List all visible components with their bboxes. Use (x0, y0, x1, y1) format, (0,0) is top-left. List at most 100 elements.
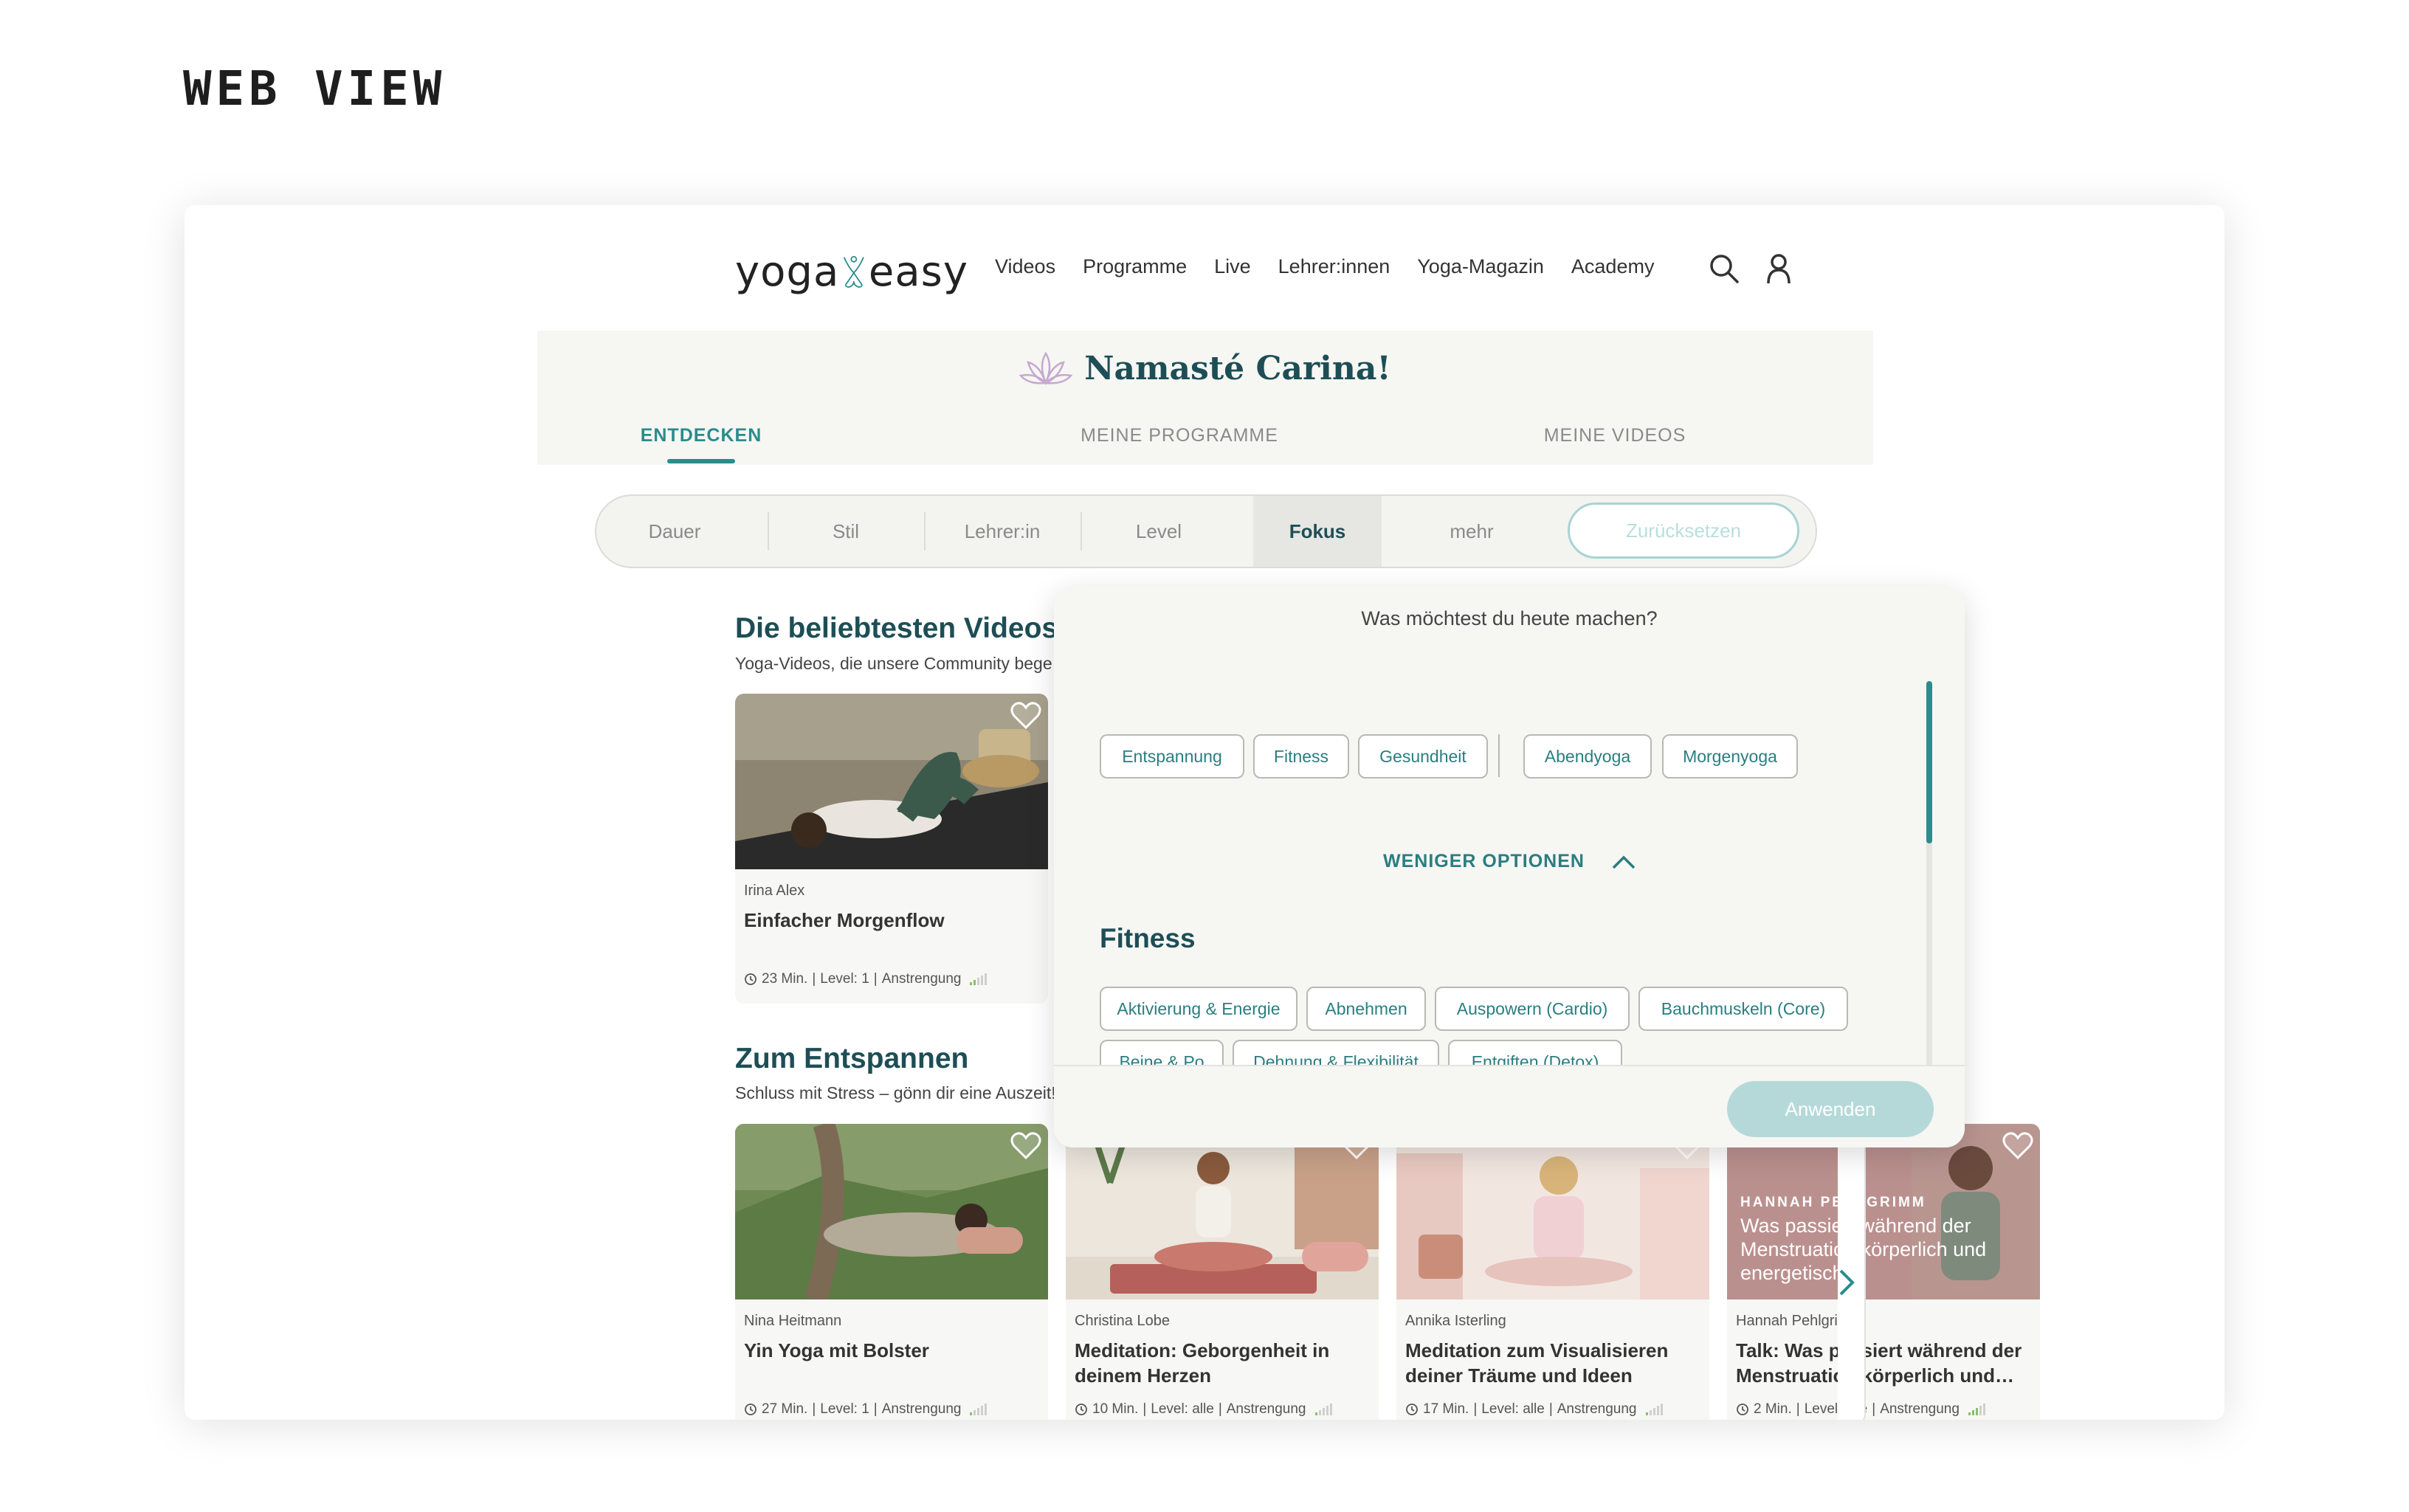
section-subtitle-relax: Schluss mit Stress – gönn dir eine Ausze… (735, 1083, 1056, 1102)
video-meta: 23 Min. | Level: 1 | Anstrengung (744, 971, 988, 987)
logo-text-yoga: yoga (735, 247, 840, 296)
panel-question: Was möchtest du heute machen? (1361, 607, 1658, 629)
chip-bauchmuskeln-core[interactable]: Bauchmuskeln (Core) (1638, 987, 1848, 1031)
video-meta: 27 Min. | Level: 1 | Anstrengung (744, 1401, 988, 1418)
duration: 27 Min. (762, 1401, 808, 1417)
reset-button[interactable]: Zurücksetzen (1568, 503, 1799, 559)
effort-label: Anstrengung (1880, 1401, 1960, 1417)
main-nav: Videos Programme Live Lehrer:innen Yoga-… (995, 255, 1654, 278)
favorite-heart-icon[interactable] (1010, 700, 1042, 732)
nav-academy[interactable]: Academy (1571, 255, 1655, 278)
section-title-relax: Zum Entspannen (735, 1043, 969, 1074)
user-account-icon[interactable] (1761, 251, 1796, 286)
video-card[interactable]: Irina Alex Einfacher Morgenflow 23 Min. |… (735, 694, 1048, 1004)
video-card[interactable]: HANNAH PEHLGRIMM Was passiert während de… (1727, 1124, 2040, 1420)
video-thumbnail: HANNAH PEHLGRIMM Was passiert während de… (1727, 1124, 2040, 1299)
thumbnail-overlay-name: HANNAH PEHLGRIMM (1740, 1195, 1926, 1210)
effort-label: Anstrengung (1226, 1401, 1306, 1417)
fitness-section-title: Fitness (1100, 923, 1196, 953)
level: Level: alle (1151, 1401, 1214, 1417)
filter-dauer[interactable]: Dauer (596, 496, 753, 567)
greeting: Namasté Carina! (537, 350, 1873, 387)
logo-text-easy: easy (868, 247, 968, 296)
chip-fitness[interactable]: Fitness (1253, 734, 1349, 779)
yogaeasy-logo[interactable]: yoga easy (735, 233, 968, 310)
level: Level: 1 (820, 971, 869, 987)
chip-entspannung[interactable]: Entspannung (1100, 734, 1244, 779)
duration: 23 Min. (762, 971, 808, 987)
effort-label: Anstrengung (1557, 1401, 1637, 1417)
lotus-icon (1019, 351, 1073, 385)
panel-scrollbar-thumb[interactable] (1926, 681, 1932, 843)
chip-morgenyoga[interactable]: Morgenyoga (1662, 734, 1798, 779)
active-tab-indicator (667, 459, 735, 463)
video-thumbnail (1066, 1124, 1379, 1299)
search-icon[interactable] (1706, 251, 1742, 286)
duration: 17 Min. (1423, 1401, 1469, 1417)
page-heading: WEB VIEW (183, 62, 447, 117)
clock-icon (745, 1404, 757, 1415)
level: Level: alle (1481, 1401, 1545, 1417)
teacher-name: Nina Heitmann (744, 1313, 842, 1329)
chip-gesundheit[interactable]: Gesundheit (1358, 734, 1488, 779)
nav-programme[interactable]: Programme (1083, 255, 1187, 278)
apply-button[interactable]: Anwenden (1727, 1081, 1934, 1137)
nav-lehrerinnen[interactable]: Lehrer:innen (1278, 255, 1390, 278)
chip-abnehmen[interactable]: Abnehmen (1306, 987, 1426, 1031)
greeting-text: Namasté Carina! (1084, 350, 1391, 387)
nav-live[interactable]: Live (1214, 255, 1251, 278)
level: Level: 1 (820, 1401, 869, 1417)
carousel-next-icon[interactable] (1833, 1265, 1860, 1300)
clock-icon (745, 973, 757, 985)
section-subtitle-popular: Yoga-Videos, die unsere Community bege (735, 654, 1052, 673)
filter-fokus[interactable]: Fokus (1253, 496, 1382, 567)
video-thumbnail (735, 694, 1048, 869)
chevron-up-icon (1612, 855, 1636, 869)
video-card[interactable]: Annika Isterling Meditation zum Visualis… (1396, 1124, 1709, 1420)
chip-abendyoga[interactable]: Abendyoga (1523, 734, 1652, 779)
less-options-toggle[interactable]: WENIGER OPTIONEN (1383, 851, 1636, 872)
video-card[interactable]: Nina Heitmann Yin Yoga mit Bolster 27 Mi… (735, 1124, 1048, 1420)
greeting-band: Namasté Carina! ENTDECKEN MEINE PROGRAMM… (537, 331, 1873, 465)
thumbnail-overlay-text: Was passiert während der Menstruation kö… (1740, 1215, 1987, 1284)
chip-aktivierung-energie[interactable]: Aktivierung & Energie (1100, 987, 1297, 1031)
effort-bars (1314, 1404, 1332, 1415)
video-card[interactable]: Christina Lobe Meditation: Geborgenheit … (1066, 1124, 1379, 1420)
favorite-heart-icon[interactable] (1010, 1130, 1042, 1162)
video-thumbnail (1396, 1124, 1709, 1299)
clock-icon (1406, 1404, 1418, 1415)
filter-level[interactable]: Level (1081, 496, 1237, 567)
video-title: Yin Yoga mit Bolster (744, 1339, 929, 1361)
less-options-label: WENIGER OPTIONEN (1383, 851, 1585, 871)
teacher-name: Christina Lobe (1075, 1313, 1170, 1329)
video-title: Meditation: Geborgenheit in deinem Herze… (1075, 1339, 1330, 1387)
effort-label: Anstrengung (881, 971, 962, 987)
clock-icon (1737, 1404, 1748, 1415)
chip-auspowern-cardio[interactable]: Auspowern (Cardio) (1435, 987, 1630, 1031)
teacher-name: Annika Isterling (1405, 1313, 1506, 1329)
filter-stil[interactable]: Stil (768, 496, 924, 567)
dashboard-tabs: ENTDECKEN MEINE PROGRAMME MEINE VIDEOS (537, 425, 1873, 465)
duration: 2 Min. (1754, 1401, 1792, 1417)
tab-meine-programme[interactable]: MEINE PROGRAMME (1069, 425, 1290, 446)
effort-bars (1968, 1404, 1985, 1415)
chip-separator (1498, 734, 1500, 777)
video-title: Einfacher Morgenflow (744, 909, 945, 931)
nav-videos[interactable]: Videos (995, 255, 1055, 278)
video-title: Meditation zum Visualisieren deiner Träu… (1405, 1339, 1669, 1387)
tab-meine-videos[interactable]: MEINE VIDEOS (1526, 425, 1703, 446)
favorite-heart-icon[interactable] (2002, 1130, 2034, 1162)
effort-label: Anstrengung (881, 1401, 962, 1417)
teacher-name: Irina Alex (744, 883, 805, 899)
yoga-figure-icon (844, 255, 865, 288)
focus-filter-panel: Was möchtest du heute machen? Entspannun… (1054, 587, 1965, 1147)
tab-entdecken[interactable]: ENTDECKEN (633, 425, 769, 446)
filter-bar: Dauer Stil Lehrer:in Level Fokus mehr Zu… (595, 494, 1817, 568)
page-content: yoga easy Videos Programme Live Lehrer:i… (537, 205, 2040, 1420)
nav-yoga-magazin[interactable]: Yoga-Magazin (1417, 255, 1544, 278)
filter-mehr[interactable]: mehr (1382, 496, 1562, 567)
video-meta: 17 Min. | Level: alle | Anstrengung (1405, 1401, 1663, 1418)
filter-lehrer[interactable]: Lehrer:in (924, 496, 1081, 567)
video-meta: 10 Min. | Level: alle | Anstrengung (1075, 1401, 1332, 1418)
video-thumbnail (735, 1124, 1048, 1299)
